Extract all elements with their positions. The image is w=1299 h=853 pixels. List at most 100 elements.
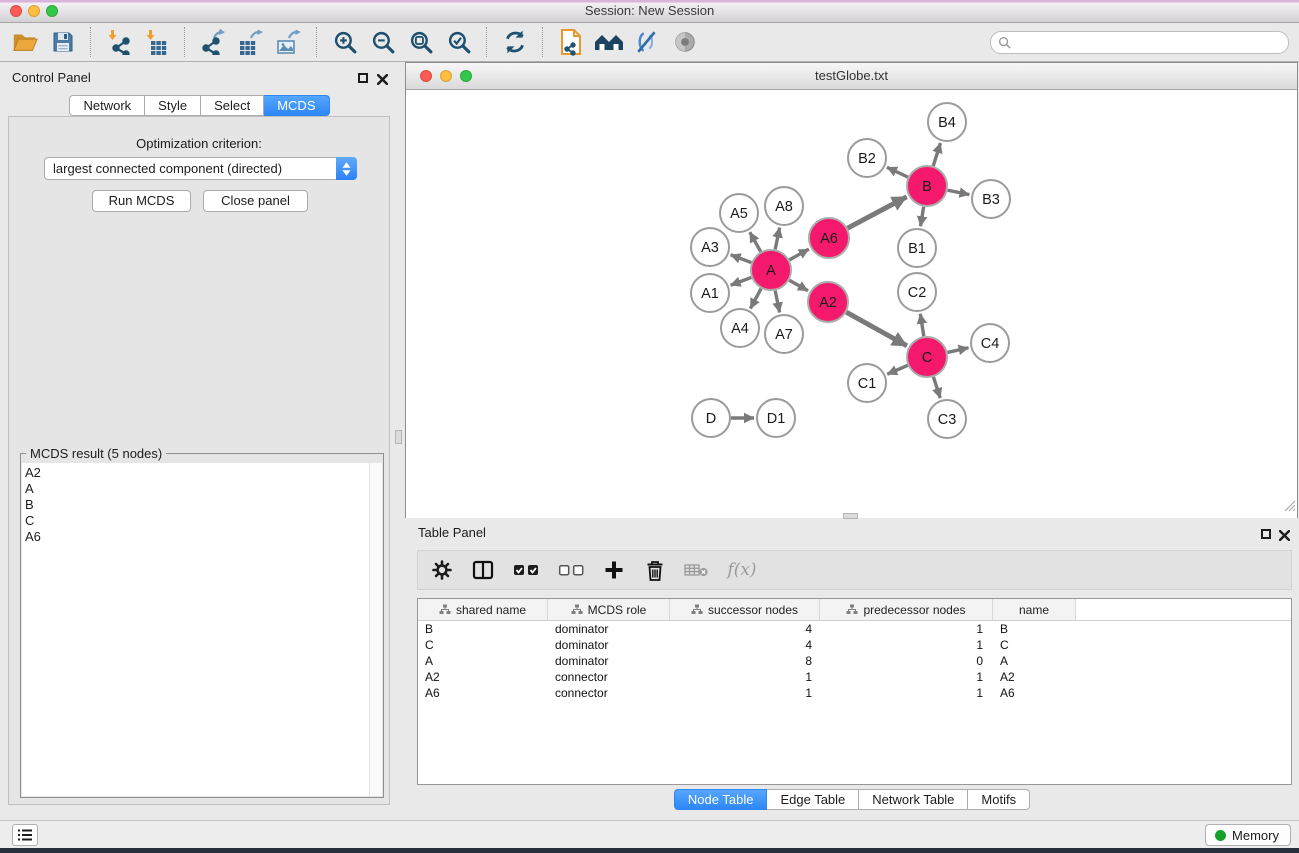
graph-edge-A-A8[interactable]	[775, 228, 779, 250]
column-header-MCDS-role[interactable]: MCDS role	[548, 599, 670, 620]
tab-mcds[interactable]: MCDS	[264, 95, 329, 116]
eye-icon[interactable]	[670, 27, 700, 57]
result-item-a[interactable]: A	[25, 481, 370, 497]
table-cell: C	[418, 638, 548, 652]
table-row[interactable]: Adominator80A	[418, 653, 1291, 669]
delete-table-icon[interactable]	[684, 558, 708, 582]
zoom-fit-icon[interactable]	[406, 27, 436, 57]
zoom-out-icon[interactable]	[368, 27, 398, 57]
graph-edge-A2-C[interactable]	[846, 312, 907, 346]
hide-graphics-details-icon[interactable]	[632, 27, 662, 57]
tab-motifs[interactable]: Motifs	[968, 789, 1030, 810]
run-mcds-button[interactable]: Run MCDS	[92, 190, 191, 212]
refresh-icon[interactable]	[500, 27, 530, 57]
tab-edge-table[interactable]: Edge Table	[767, 789, 859, 810]
result-item-b[interactable]: B	[25, 497, 370, 513]
function-builder-icon[interactable]: f(x)	[725, 558, 759, 582]
float-panel-icon[interactable]	[1261, 529, 1271, 539]
mcds-result-group: MCDS result (5 nodes) A2ABCA6	[20, 453, 384, 798]
column-header-successor-nodes[interactable]: successor nodes	[670, 599, 820, 620]
control-panel-tabs: NetworkStyleSelectMCDS	[0, 95, 399, 116]
search-icon	[998, 36, 1011, 49]
search-field[interactable]	[990, 31, 1289, 54]
app-title: Session: New Session	[0, 0, 1299, 22]
table-row[interactable]: A6connector11A6	[418, 685, 1291, 701]
graph-edge-C-C3[interactable]	[933, 377, 940, 398]
table-row[interactable]: Cdominator41C	[418, 637, 1291, 653]
table-row[interactable]: A2connector11A2	[418, 669, 1291, 685]
graph-edge-A-A1[interactable]	[731, 277, 752, 285]
graph-edge-A-A6[interactable]	[789, 249, 808, 260]
add-column-icon[interactable]	[602, 558, 626, 582]
tab-network-table[interactable]: Network Table	[859, 789, 968, 810]
result-item-c[interactable]: C	[25, 513, 370, 529]
table-panel-title: Table Panel	[418, 525, 486, 540]
close-panel-icon[interactable]	[377, 72, 388, 90]
float-panel-icon[interactable]	[358, 73, 368, 83]
graph-edge-A-A3[interactable]	[731, 255, 752, 263]
save-icon[interactable]	[48, 27, 78, 57]
panel-list-button[interactable]	[12, 824, 38, 846]
vertical-splitter-grip[interactable]	[395, 430, 402, 444]
result-scrollbar[interactable]	[369, 463, 382, 796]
graph-edge-C-C1[interactable]	[887, 365, 908, 374]
graph-edge-A-A2[interactable]	[789, 280, 808, 290]
graph-edge-B-B4[interactable]	[933, 143, 940, 166]
deselect-all-icon[interactable]	[557, 558, 585, 582]
table-cell: 4	[670, 622, 820, 636]
result-item-a6[interactable]: A6	[25, 529, 370, 545]
graph-node-label-A6: A6	[820, 231, 838, 247]
graph-edge-B-B1[interactable]	[921, 207, 924, 227]
optimization-criterion-dropdown[interactable]: largest connected component (directed)	[44, 157, 357, 180]
graph-node-label-A1: A1	[701, 286, 719, 302]
network-window-titlebar[interactable]: testGlobe.txt	[406, 63, 1297, 90]
open-folder-icon[interactable]	[10, 27, 40, 57]
graph-node-label-B4: B4	[938, 115, 956, 131]
new-session-network-icon[interactable]	[556, 27, 586, 57]
tab-network[interactable]: Network	[69, 95, 145, 116]
table-cell: A2	[993, 670, 1076, 684]
graph-edge-B-B3[interactable]	[948, 190, 970, 194]
close-panel-button[interactable]: Close panel	[203, 190, 308, 212]
graph-node-label-A4: A4	[731, 321, 749, 337]
graph-node-label-A7: A7	[775, 327, 793, 343]
tab-style[interactable]: Style	[145, 95, 201, 116]
graph-edge-A-A7[interactable]	[775, 291, 779, 313]
zoom-selected-icon[interactable]	[444, 27, 474, 57]
import-table-icon[interactable]	[142, 27, 172, 57]
close-panel-icon[interactable]	[1279, 528, 1290, 546]
settings-gear-icon[interactable]	[430, 558, 454, 582]
graph-edge-C-C4[interactable]	[947, 348, 968, 353]
export-network-icon[interactable]	[198, 27, 228, 57]
graph-edge-B-B2[interactable]	[887, 167, 908, 177]
graph-edge-C-C2[interactable]	[920, 314, 923, 337]
network-canvas[interactable]: AA1A2A3A4A5A6A7A8BB1B2B3B4CC1C2C3C4DD1	[406, 90, 1297, 518]
graph-edge-A6-B[interactable]	[848, 197, 907, 228]
search-input[interactable]	[1015, 34, 1269, 50]
graph-edge-A-A4[interactable]	[750, 289, 761, 309]
table-cell: 1	[820, 638, 993, 652]
table-row[interactable]: Bdominator41B	[418, 621, 1291, 637]
tab-node-table[interactable]: Node Table	[674, 789, 768, 810]
table-cell: connector	[548, 670, 670, 684]
column-header-predecessor-nodes[interactable]: predecessor nodes	[820, 599, 993, 620]
zoom-in-icon[interactable]	[330, 27, 360, 57]
optimization-criterion-label: Optimization criterion:	[9, 136, 389, 151]
window-resize-grip[interactable]	[1284, 499, 1296, 517]
horizontal-splitter-grip[interactable]	[843, 513, 858, 519]
column-header-name[interactable]: name	[993, 599, 1076, 620]
memory-button[interactable]: Memory	[1205, 824, 1291, 846]
result-item-a2[interactable]: A2	[25, 465, 370, 481]
select-all-icon[interactable]	[512, 558, 540, 582]
export-image-icon[interactable]	[274, 27, 304, 57]
import-network-icon[interactable]	[104, 27, 134, 57]
graph-edge-A-A5[interactable]	[750, 232, 761, 252]
tab-select[interactable]: Select	[201, 95, 264, 116]
column-header-shared-name[interactable]: shared name	[418, 599, 548, 620]
column-layout-icon[interactable]	[471, 558, 495, 582]
export-table-icon[interactable]	[236, 27, 266, 57]
home-icon[interactable]	[594, 27, 624, 57]
status-bar: Memory	[0, 820, 1299, 848]
graph-node-label-A2: A2	[819, 295, 837, 311]
delete-column-icon[interactable]	[643, 558, 667, 582]
